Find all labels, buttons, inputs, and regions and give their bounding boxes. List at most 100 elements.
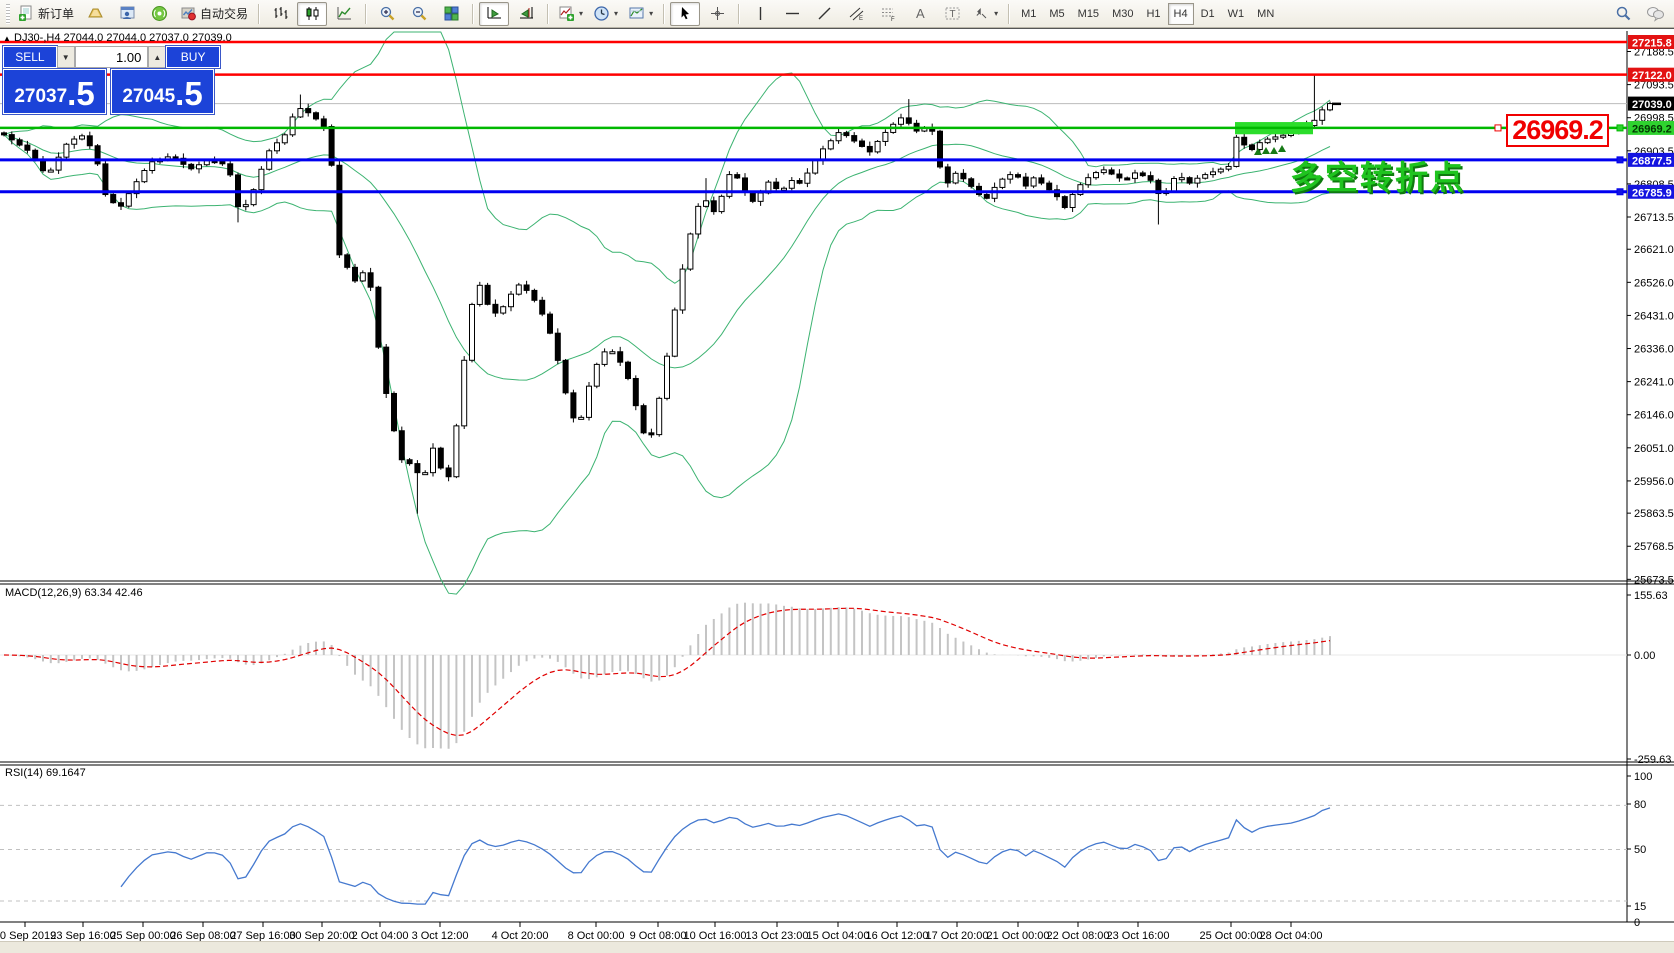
timeframe-h1-button[interactable]: H1 [1140,3,1166,25]
channel-icon: E [848,5,865,22]
svg-text:0: 0 [1634,917,1640,929]
chart-shift-icon [518,5,535,22]
sell-price-fraction: .5 [67,77,95,110]
svg-text:25673.5: 25673.5 [1634,574,1674,586]
vertical-line-button[interactable] [745,2,775,26]
svg-text:25956.0: 25956.0 [1634,476,1674,488]
svg-text:0.00: 0.00 [1634,650,1655,662]
arrows-button[interactable]: ▾ [969,2,1002,26]
templates-button[interactable]: ▾ [624,2,657,26]
svg-text:26526.0: 26526.0 [1634,277,1674,289]
svg-text:27039.0: 27039.0 [1632,99,1672,111]
toolbar-grip[interactable] [6,4,10,24]
trendline-button[interactable] [809,2,839,26]
periods-button[interactable]: ▾ [589,2,622,26]
rsi-indicator-label: RSI(14) 69.1647 [5,767,86,779]
label-button[interactable]: T [937,2,967,26]
mt4-window: 新订单 自动交易 [0,0,1674,953]
autotrading-icon [180,5,197,22]
volume-decrease-button[interactable]: ▼ [57,46,75,68]
chevron-down-icon: ▾ [614,9,618,18]
arrows-icon [973,5,990,22]
zoom-out-icon [411,5,428,22]
fibonacci-button[interactable]: F [873,2,903,26]
indicators-icon [558,5,575,22]
svg-text:26051.0: 26051.0 [1634,443,1674,455]
new-order-label: 新订单 [38,5,74,22]
channel-button[interactable]: E [841,2,871,26]
zoom-out-button[interactable] [404,2,434,26]
trendline-icon [816,5,833,22]
chevron-down-icon: ▾ [994,9,998,18]
svg-text:26877.5: 26877.5 [1632,155,1672,167]
svg-text:50: 50 [1634,844,1646,856]
chat-icon [1646,5,1665,22]
market-watch-button[interactable] [112,2,142,26]
chevron-down-icon: ▾ [579,9,583,18]
chart-window[interactable]: ▲ DJ30-,H4 27044.0 27044.0 27037.0 27039… [0,28,1674,942]
svg-text:A: A [916,6,925,21]
timeframe-m5-button[interactable]: M5 [1043,3,1070,25]
autoscroll-button[interactable] [479,2,509,26]
svg-text:25768.5: 25768.5 [1634,541,1674,553]
cursor-button[interactable] [670,2,700,26]
horizontal-line-button[interactable] [777,2,807,26]
timeframe-w1-button[interactable]: W1 [1222,3,1251,25]
crosshair-button[interactable] [702,2,732,26]
buy-button[interactable]: BUY [166,46,220,68]
signals-icon [151,5,168,22]
new-order-icon [18,5,35,22]
volume-increase-button[interactable]: ▲ [148,46,166,68]
search-button[interactable] [1608,2,1638,26]
one-click-trading-panel: SELL ▼ 1.00 ▲ BUY 27037.5 27045.5 [3,46,220,114]
timeframe-h4-button[interactable]: H4 [1168,3,1194,25]
text-button[interactable]: A [905,2,935,26]
candles-chart-button[interactable] [297,2,327,26]
price-callout-box[interactable]: 26969.2 [1506,114,1609,147]
timeframe-m30-button[interactable]: M30 [1106,3,1139,25]
svg-text:15: 15 [1634,901,1646,913]
svg-text:25863.5: 25863.5 [1634,508,1674,520]
timeframe-m15-button[interactable]: M15 [1072,3,1105,25]
bars-chart-button[interactable] [265,2,295,26]
sell-price: 27037 [14,84,67,110]
zoom-in-button[interactable] [372,2,402,26]
profiles-icon [87,5,104,22]
tile-windows-button[interactable] [436,2,466,26]
signals-button[interactable] [144,2,174,26]
chat-button[interactable] [1640,2,1670,26]
svg-text:155.63: 155.63 [1634,590,1668,602]
svg-text:E: E [859,16,863,22]
sell-button[interactable]: SELL [3,46,57,68]
text-icon: A [912,5,929,22]
buy-price-button[interactable]: 27045.5 [111,69,214,114]
profiles-button[interactable] [80,2,110,26]
horizontal-line-icon [784,5,801,22]
sell-price-button[interactable]: 27037.5 [3,69,106,114]
timeframe-m1-button[interactable]: M1 [1015,3,1042,25]
svg-text:27122.0: 27122.0 [1632,70,1672,82]
autoscroll-icon [486,5,503,22]
crosshair-icon [709,5,726,22]
periods-icon [593,5,610,22]
timeframe-mn-button[interactable]: MN [1251,3,1280,25]
bars-icon [272,5,289,22]
indicators-button[interactable]: ▾ [554,2,587,26]
timeframe-d1-button[interactable]: D1 [1195,3,1221,25]
svg-text:26785.9: 26785.9 [1632,187,1672,199]
buy-price: 27045 [122,84,175,110]
tile-windows-icon [443,5,460,22]
cursor-icon [677,5,694,22]
timeframe-bar: M1M5M15M30H1H4D1W1MN [1015,3,1280,25]
market-watch-icon [119,5,136,22]
svg-text:27215.8: 27215.8 [1632,38,1672,50]
fibonacci-icon: F [880,5,897,22]
autotrading-button[interactable]: 自动交易 [176,2,252,26]
chart-title: DJ30-,H4 27044.0 27044.0 27037.0 27039.0 [14,32,232,44]
svg-text:26146.0: 26146.0 [1634,410,1674,422]
chart-shift-button[interactable] [511,2,541,26]
new-order-button[interactable]: 新订单 [14,2,78,26]
pivot-annotation-text[interactable]: 多空转折点 [1290,151,1465,199]
line-chart-button[interactable] [329,2,359,26]
volume-input[interactable]: 1.00 [75,46,149,68]
